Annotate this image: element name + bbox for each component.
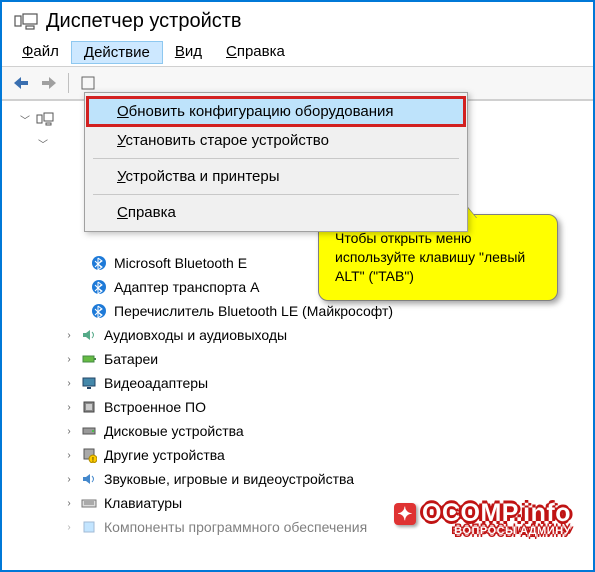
watermark: ✦ OCOMP.info ВОПРОСЫ АДМИНУ [394, 502, 571, 536]
bluetooth-icon [90, 278, 108, 296]
disk-icon [80, 422, 98, 440]
bluetooth-icon [90, 254, 108, 272]
titlebar: Диспетчер устройств [2, 2, 593, 37]
other-devices-icon: ! [80, 446, 98, 464]
window-title: Диспетчер устройств [46, 10, 242, 33]
expander-icon[interactable]: › [62, 498, 76, 509]
audio-icon [80, 326, 98, 344]
tree-item-label: Видеоадаптеры [102, 374, 210, 392]
tree-item-label: Звуковые, игровые и видеоустройства [102, 470, 356, 488]
app-icon [14, 13, 38, 31]
display-icon [80, 374, 98, 392]
expander-icon[interactable]: › [62, 354, 76, 365]
tree-item-label: Встроенное ПО [102, 398, 208, 416]
menu-item-devices-printers[interactable]: Устройства и принтеры [87, 162, 465, 191]
tree-category-battery[interactable]: › Батареи [18, 347, 589, 371]
bluetooth-icon [90, 302, 108, 320]
tree-category-firmware[interactable]: › Встроенное ПО [18, 395, 589, 419]
tree-item-label: Адаптер транспорта A [112, 278, 261, 296]
sound-icon [80, 470, 98, 488]
watermark-badge-icon: ✦ [394, 503, 416, 525]
tree-item[interactable]: Перечислитель Bluetooth LE (Майкрософт) [18, 299, 589, 323]
menu-help[interactable]: Справка [214, 41, 297, 64]
software-icon [80, 518, 98, 536]
tree-item-label: Microsoft Bluetooth E [112, 254, 249, 272]
expander-icon[interactable]: › [62, 522, 76, 533]
menubar: Файл Действие Вид Справка [2, 37, 593, 66]
toolbar-separator [68, 73, 69, 93]
tree-item-label: Клавиатуры [102, 494, 184, 512]
menu-view[interactable]: Вид [163, 41, 214, 64]
tree-item-label: Компоненты программного обеспечения [102, 518, 369, 536]
window-frame: Диспетчер устройств Файл Действие Вид Сп… [0, 0, 595, 572]
tree-category-disk[interactable]: › Дисковые устройства [18, 419, 589, 443]
tree-category-other[interactable]: › ! Другие устройства [18, 443, 589, 467]
menu-file[interactable]: Файл [10, 41, 71, 64]
expander-icon[interactable]: › [62, 474, 76, 485]
expander-icon[interactable]: ﹀ [18, 112, 32, 127]
watermark-sub: ВОПРОСЫ АДМИНУ [394, 526, 571, 536]
tree-item-label: Дисковые устройства [102, 422, 246, 440]
tree-item-label: Другие устройства [102, 446, 227, 464]
watermark-main: OCOMP.info [422, 499, 571, 527]
hint-text: Чтобы открыть меню используйте клавишу "… [335, 230, 525, 284]
expander-icon[interactable]: › [62, 450, 76, 461]
menu-item-scan-hardware[interactable]: Обновить конфигурацию оборудования [87, 97, 465, 126]
computer-icon [36, 110, 54, 128]
svg-text:!: ! [92, 457, 94, 463]
action-dropdown: Обновить конфигурацию оборудования Устан… [84, 92, 468, 232]
menu-item-help[interactable]: Справка [87, 198, 465, 227]
battery-icon [80, 350, 98, 368]
menu-separator [93, 158, 459, 159]
back-button[interactable] [8, 70, 34, 96]
tree-item-label: Батареи [102, 350, 160, 368]
forward-button[interactable] [36, 70, 62, 96]
menu-action[interactable]: Действие [71, 41, 163, 64]
expander-icon[interactable]: › [62, 426, 76, 437]
expander-icon[interactable]: › [62, 378, 76, 389]
tree-category-audio[interactable]: › Аудиовходы и аудиовыходы [18, 323, 589, 347]
expander-icon[interactable]: ﹀ [36, 136, 50, 151]
menu-separator [93, 194, 459, 195]
expander-icon[interactable]: › [62, 402, 76, 413]
tree-item-label: Перечислитель Bluetooth LE (Майкрософт) [112, 302, 395, 320]
tree-category-sound[interactable]: › Звуковые, игровые и видеоустройства [18, 467, 589, 491]
tree-item-label: Аудиовходы и аудиовыходы [102, 326, 289, 344]
tree-category-display[interactable]: › Видеоадаптеры [18, 371, 589, 395]
expander-icon[interactable]: › [62, 330, 76, 341]
menu-item-legacy-hardware[interactable]: Установить старое устройство [87, 126, 465, 155]
firmware-icon [80, 398, 98, 416]
keyboard-icon [80, 494, 98, 512]
